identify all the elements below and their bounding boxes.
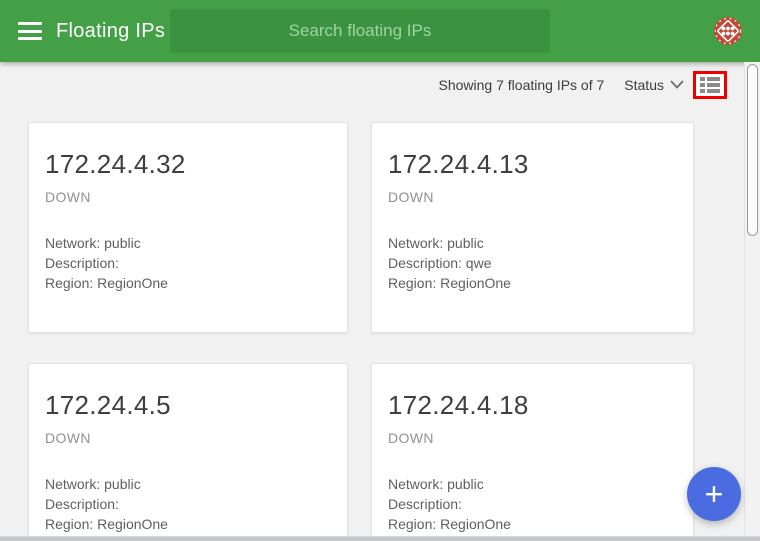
floating-ip-card[interactable]: 172.24.4.5 DOWN Network: public Descript… [28,363,348,541]
region-field: Region: RegionOne [388,514,677,534]
search-input[interactable] [170,9,550,53]
results-summary: Showing 7 floating IPs of 7 [439,77,605,93]
status-label: DOWN [388,189,677,205]
description-field: Description: qwe [388,253,677,273]
ip-address: 172.24.4.18 [388,390,677,421]
scrollbar-thumb[interactable] [747,64,758,236]
description-field: Description: [45,253,331,273]
vertical-scrollbar[interactable] [744,62,760,536]
header-bar: Floating IPs [0,0,760,62]
app-window: Floating IPs Showing 7 floating IPs of 7… [0,0,760,541]
ip-address: 172.24.4.32 [45,149,331,180]
network-field: Network: public [45,233,331,253]
page-title: Floating IPs [56,20,165,43]
chevron-down-icon [670,80,684,89]
network-field: Network: public [45,474,331,494]
ip-address: 172.24.4.13 [388,149,677,180]
description-field: Description: [45,494,331,514]
floating-ip-card-grid: 172.24.4.32 DOWN Network: public Descrip… [28,122,744,541]
region-field: Region: RegionOne [388,273,677,293]
floating-ip-card[interactable]: 172.24.4.18 DOWN Network: public Descrip… [371,363,694,541]
list-view-toggle-button[interactable] [693,71,727,99]
floating-ip-card[interactable]: 172.24.4.32 DOWN Network: public Descrip… [28,122,348,333]
status-label: DOWN [45,430,331,446]
floating-ip-card[interactable]: 172.24.4.13 DOWN Network: public Descrip… [371,122,694,333]
network-field: Network: public [388,233,677,253]
card-fields: Network: public Description: Region: Reg… [45,474,331,534]
status-label: DOWN [45,189,331,205]
status-label: DOWN [388,430,677,446]
status-filter-label: Status [624,77,664,93]
menu-icon[interactable] [18,22,42,40]
window-bottom-edge [0,536,760,541]
toolbar: Showing 7 floating IPs of 7 Status [0,62,744,107]
region-field: Region: RegionOne [45,514,331,534]
list-view-icon [700,77,720,93]
plus-icon: + [705,476,724,512]
card-fields: Network: public Description: Region: Reg… [45,233,331,293]
status-filter-dropdown[interactable]: Status [624,77,684,93]
network-field: Network: public [388,474,677,494]
card-fields: Network: public Description: Region: Reg… [388,474,677,534]
add-floating-ip-button[interactable]: + [687,467,741,521]
app-logo-icon[interactable] [713,16,743,46]
content-area: Showing 7 floating IPs of 7 Status [0,62,744,536]
ip-address: 172.24.4.5 [45,390,331,421]
card-fields: Network: public Description: qwe Region:… [388,233,677,293]
region-field: Region: RegionOne [45,273,331,293]
description-field: Description: [388,494,677,514]
